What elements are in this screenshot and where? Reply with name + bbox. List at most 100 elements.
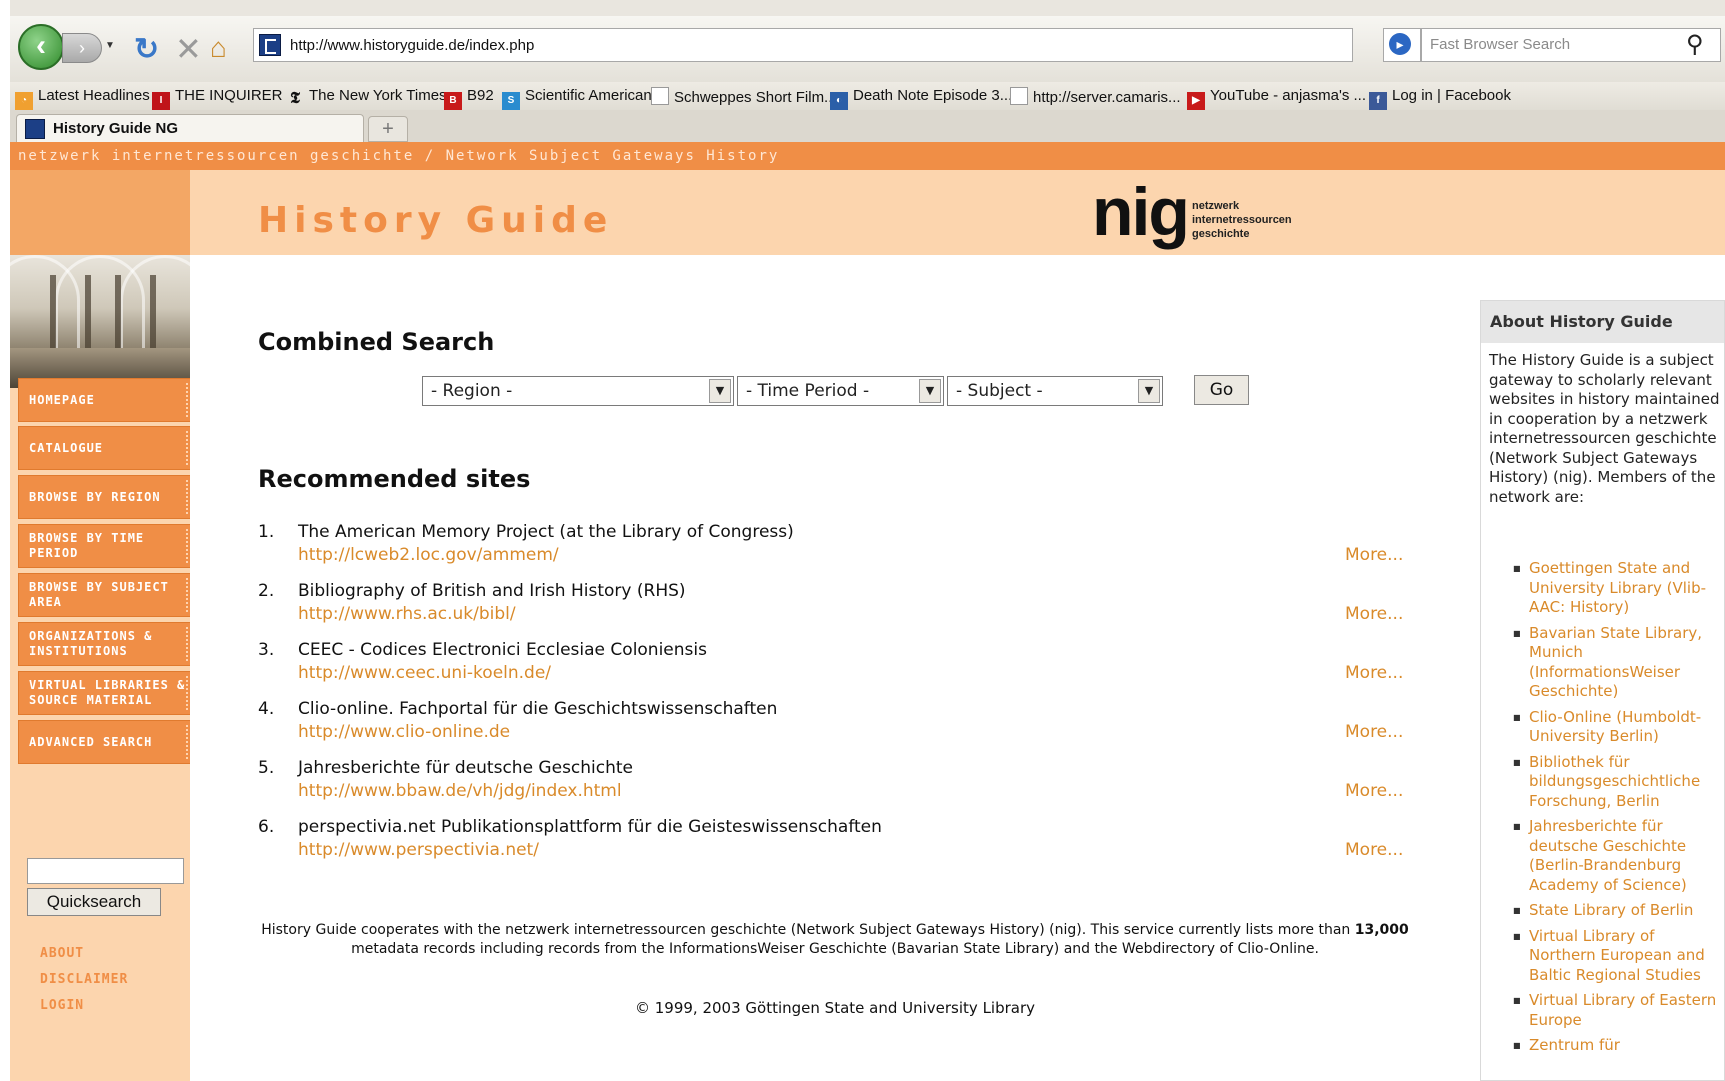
- nav-advanced-search[interactable]: ADVANCED SEARCH: [18, 720, 198, 764]
- combined-search-heading: Combined Search: [258, 328, 495, 356]
- url-bar[interactable]: http://www.historyguide.de/index.php ☆ ▼: [253, 28, 1600, 62]
- chevron-down-icon: ▼: [919, 379, 941, 403]
- sciam-icon: S: [502, 92, 520, 110]
- more-link[interactable]: More...: [1345, 663, 1403, 683]
- member-link[interactable]: Jahresberichte für deutsche Geschichte (…: [1513, 817, 1724, 895]
- facebook-icon: f: [1369, 92, 1387, 110]
- bookmark-item[interactable]: ◐ Death Note Episode 3...: [830, 87, 1012, 110]
- site-favicon-icon: [25, 119, 45, 139]
- tab-history-guide[interactable]: History Guide NG: [16, 114, 364, 142]
- rss-icon: ◔: [15, 92, 33, 110]
- quicksearch-input[interactable]: [27, 858, 184, 884]
- nig-logo[interactable]: nig: [1092, 178, 1190, 246]
- b92-icon: B: [444, 92, 462, 110]
- nav-browse-by-region[interactable]: BROWSE BY REGION: [18, 475, 198, 519]
- member-link[interactable]: Virtual Library of Eastern Europe: [1513, 991, 1724, 1030]
- recommended-sites-heading: Recommended sites: [258, 465, 531, 493]
- bookmark-item[interactable]: S Scientific American: [502, 87, 652, 110]
- search-engine-icon: ▸: [1389, 33, 1411, 55]
- site-url-link[interactable]: http://www.bbaw.de/vh/jdg/index.html: [298, 781, 622, 801]
- footer-description: History Guide cooperates with the netzwe…: [261, 922, 1409, 957]
- bookmarks-bar: ◔ Latest Headlines I THE INQUIRER 𝕿 The New…: [10, 82, 1725, 110]
- about-heading: About History Guide: [1481, 301, 1724, 343]
- bookmark-item[interactable]: Schweppes Short Film...: [651, 87, 837, 106]
- search-icon[interactable]: ⚲: [1686, 30, 1704, 59]
- back-button[interactable]: ‹: [18, 24, 64, 70]
- nav-homepage[interactable]: HOMEPAGE: [18, 378, 198, 422]
- page-icon: [651, 87, 669, 105]
- nav-browse-by-time-period[interactable]: BROWSE BY TIME PERIOD: [18, 524, 198, 568]
- member-link[interactable]: Bavarian State Library, Munich (Informat…: [1513, 624, 1724, 702]
- site-url-link[interactable]: http://www.perspectivia.net/: [298, 840, 539, 860]
- nav-virtual-libraries[interactable]: VIRTUAL LIBRARIES & SOURCE MATERIAL: [18, 671, 198, 715]
- forward-button[interactable]: ›: [62, 33, 102, 63]
- nav-organizations-institutions[interactable]: ORGANIZATIONS & INSTITUTIONS: [18, 622, 198, 666]
- reload-icon[interactable]: ↻: [134, 32, 159, 67]
- nav-catalogue[interactable]: CATALOGUE: [18, 426, 198, 470]
- link-disclaimer[interactable]: DISCLAIMER: [40, 972, 128, 987]
- site-title-text: Clio-online. Fachportal für die Geschich…: [298, 699, 778, 719]
- site-url-link[interactable]: http://lcweb2.loc.gov/ammem/: [298, 545, 559, 565]
- about-box: About History Guide The History Guide is…: [1480, 300, 1725, 1081]
- tab-bar: History Guide NG +: [10, 110, 1725, 142]
- header-strip: netzwerk internetressourcen geschichte /…: [10, 142, 1725, 170]
- site-title-text: Bibliography of British and Irish Histor…: [298, 581, 686, 601]
- link-login[interactable]: LOGIN: [40, 998, 84, 1013]
- nig-logo-subtitle: netzwerk internetressourcen geschichte: [1192, 200, 1292, 240]
- url-text[interactable]: http://www.historyguide.de/index.php: [290, 37, 534, 54]
- nav-browse-by-subject-area[interactable]: BROWSE BY SUBJECT AREA: [18, 573, 198, 617]
- more-link[interactable]: More...: [1345, 722, 1403, 742]
- site-url-link[interactable]: http://www.rhs.ac.uk/bibl/: [298, 604, 516, 624]
- chevron-down-icon: ▼: [1138, 379, 1160, 403]
- bookmark-item[interactable]: I THE INQUIRER: [152, 87, 283, 110]
- member-link[interactable]: Bibliothek für bildungsgeschichtliche Fo…: [1513, 753, 1724, 812]
- member-link[interactable]: Clio-Online (Humboldt-University Berlin): [1513, 708, 1724, 747]
- bookmark-item[interactable]: http://server.camaris...: [1010, 87, 1181, 106]
- site-title[interactable]: History Guide: [258, 200, 613, 241]
- go-button[interactable]: Go: [1194, 375, 1249, 405]
- search-engine-selector[interactable]: ▸: [1383, 28, 1421, 62]
- bookmark-item[interactable]: ◔ Latest Headlines: [15, 87, 150, 110]
- site-title-text: Jahresberichte für deutsche Geschichte: [298, 758, 634, 778]
- more-link[interactable]: More...: [1345, 545, 1403, 565]
- region-select[interactable]: - Region - ▼: [422, 376, 734, 406]
- link-about[interactable]: ABOUT: [40, 946, 84, 961]
- bookmark-item[interactable]: f Log in | Facebook: [1369, 87, 1511, 110]
- member-link[interactable]: Virtual Library of Northern European and…: [1513, 927, 1724, 986]
- new-tab-button[interactable]: +: [368, 116, 408, 142]
- about-text: The History Guide is a subject gateway t…: [1489, 351, 1720, 506]
- header-corner: [10, 170, 190, 255]
- site-url-link[interactable]: http://www.clio-online.de: [298, 722, 510, 742]
- deathnote-icon: ◐: [830, 92, 848, 110]
- browser-search-input[interactable]: Fast Browser Search: [1421, 28, 1721, 62]
- stop-icon[interactable]: ✕: [175, 30, 202, 68]
- quicksearch-button[interactable]: Quicksearch: [27, 888, 161, 916]
- bookmark-item[interactable]: ▶ YouTube - anjasma's ...: [1187, 87, 1366, 110]
- site-title-text: CEEC - Codices Electronici Ecclesiae Col…: [298, 640, 707, 660]
- navigation-toolbar: ‹ › ▼ ↻ ✕ ⌂ http://www.historyguide.de/i…: [10, 16, 1725, 82]
- site-title-text: The American Memory Project (at the Libr…: [298, 522, 794, 542]
- chevron-down-icon: ▼: [709, 379, 731, 403]
- subject-select[interactable]: - Subject - ▼: [947, 376, 1163, 406]
- member-link[interactable]: Goettingen State and University Library …: [1513, 559, 1724, 618]
- more-link[interactable]: More...: [1345, 604, 1403, 624]
- more-link[interactable]: More...: [1345, 781, 1403, 801]
- time-period-select[interactable]: - Time Period - ▼: [737, 376, 944, 406]
- home-icon[interactable]: ⌂: [210, 32, 227, 64]
- nyt-icon: 𝕿: [290, 90, 300, 107]
- menu-bar: [10, 0, 1725, 16]
- member-list: Goettingen State and University Library …: [1513, 559, 1724, 1062]
- history-dropdown-icon[interactable]: ▼: [105, 40, 115, 51]
- bookmark-item[interactable]: 𝕿 The New York Times: [286, 87, 446, 108]
- bookmark-item[interactable]: B B92: [444, 87, 494, 110]
- member-link[interactable]: State Library of Berlin: [1513, 901, 1724, 921]
- site-title-text: perspectivia.net Publikationsplattform f…: [298, 817, 882, 837]
- browser-window: ‹ › ▼ ↻ ✕ ⌂ http://www.historyguide.de/i…: [10, 0, 1725, 1081]
- site-url-link[interactable]: http://www.ceec.uni-koeln.de/: [298, 663, 551, 683]
- member-link[interactable]: Zentrum für: [1513, 1036, 1724, 1056]
- inquirer-icon: I: [152, 92, 170, 110]
- tab-title: History Guide NG: [53, 120, 179, 137]
- site-favicon-icon: [259, 34, 281, 56]
- more-link[interactable]: More...: [1345, 840, 1403, 860]
- youtube-icon: ▶: [1187, 92, 1205, 110]
